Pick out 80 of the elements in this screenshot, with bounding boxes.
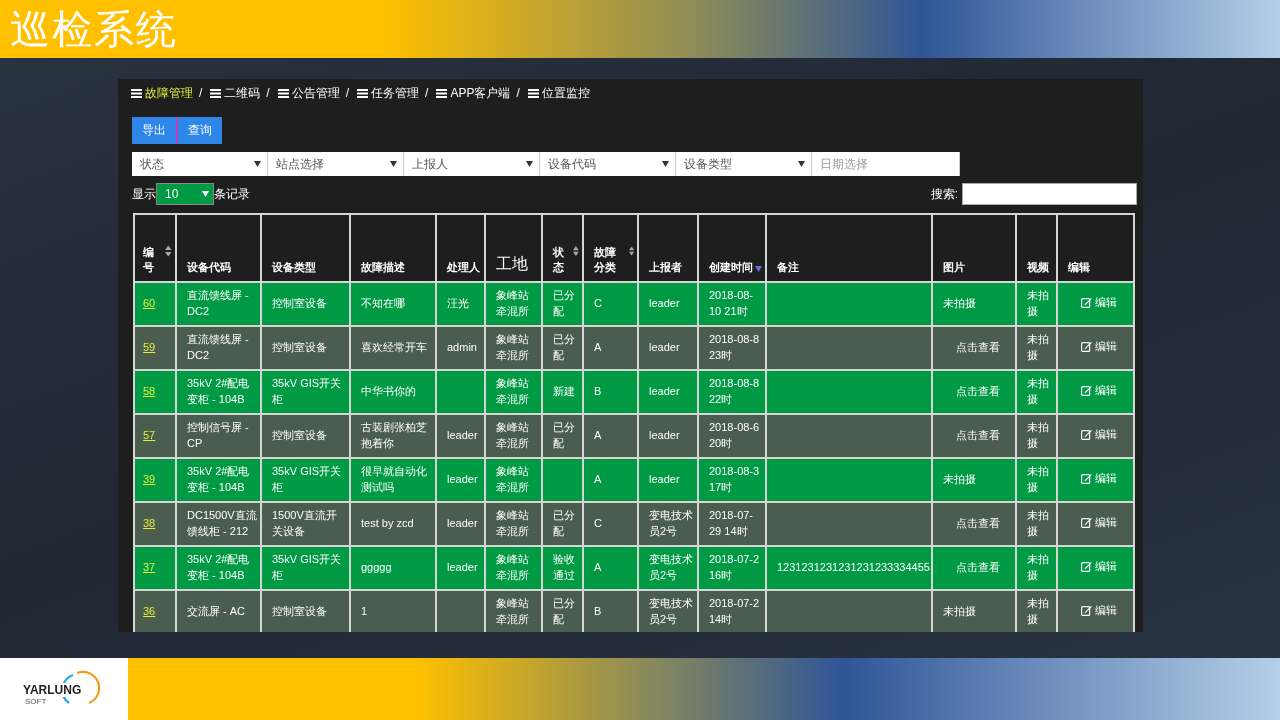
record-id-link[interactable]: 57	[143, 429, 156, 442]
app-title: 巡检系统	[10, 5, 178, 53]
column-header: 编辑	[1068, 260, 1090, 275]
edit-icon	[1081, 385, 1092, 397]
dropdown-caret-icon	[390, 161, 397, 167]
nav-link[interactable]: 故障管理	[131, 84, 193, 102]
logo-subtext: SOFT	[25, 697, 47, 706]
column-header: 创建时间	[709, 260, 753, 275]
action-button[interactable]: 查询	[176, 117, 222, 144]
record-id-link[interactable]: 38	[143, 517, 156, 530]
edit-link[interactable]: 编辑	[1081, 426, 1117, 443]
column-header: 图片	[943, 260, 965, 275]
breadcrumb-separator: /	[516, 86, 520, 100]
edit-link[interactable]: 编辑	[1081, 382, 1117, 399]
edit-link[interactable]: 编辑	[1081, 338, 1117, 355]
nav-link[interactable]: 任务管理	[357, 84, 420, 102]
nav-link[interactable]: 公告管理	[277, 84, 340, 102]
breadcrumb-separator: /	[425, 86, 429, 100]
nav-link[interactable]: 二维码	[210, 84, 261, 102]
list-icon	[277, 88, 289, 98]
filter-dropdown[interactable]: 上报人	[404, 152, 540, 176]
column-header: 处理人	[447, 260, 480, 275]
edit-icon	[1081, 341, 1092, 353]
dropdown-caret-icon	[526, 161, 533, 167]
sort-icon[interactable]	[165, 245, 172, 257]
filter-dropdown[interactable]: 设备代码	[540, 152, 676, 176]
dropdown-caret-icon	[798, 161, 805, 167]
logo-text: YARLUNG	[23, 683, 82, 697]
edit-icon	[1081, 429, 1092, 441]
filter-dropdown[interactable]: 设备类型	[676, 152, 812, 176]
list-icon	[527, 88, 539, 98]
list-icon	[436, 88, 448, 98]
filter-dropdown[interactable]: 状态	[132, 152, 268, 176]
column-header: 视频	[1027, 260, 1049, 275]
edit-link[interactable]: 编辑	[1081, 602, 1117, 619]
edit-link[interactable]: 编辑	[1081, 470, 1117, 487]
breadcrumb-separator: /	[199, 86, 203, 100]
nav-link[interactable]: 位置监控	[527, 84, 590, 102]
column-header: 设备类型	[272, 260, 316, 275]
edit-icon	[1081, 297, 1092, 309]
sort-icon[interactable]	[573, 245, 579, 257]
action-button[interactable]: 导出	[132, 117, 176, 144]
dropdown-caret-icon	[254, 161, 261, 167]
edit-icon	[1081, 561, 1092, 573]
record-id-link[interactable]: 36	[143, 605, 156, 618]
records-label: 条记录	[214, 185, 250, 203]
search-field[interactable]	[962, 183, 1137, 205]
edit-icon	[1081, 605, 1092, 617]
dropdown-caret-icon	[662, 161, 669, 167]
breadcrumb-separator: /	[266, 86, 270, 100]
search-label: 搜索:	[930, 185, 958, 203]
nav-link[interactable]: APP客户端	[436, 84, 511, 102]
record-id-link[interactable]: 59	[143, 341, 156, 354]
header-cell[interactable]: 状态	[542, 214, 583, 282]
list-icon	[210, 88, 222, 98]
column-header: 工地	[496, 254, 528, 275]
edit-icon	[1081, 517, 1092, 529]
header-cell[interactable]: 故障分类	[583, 214, 638, 282]
dropdown-caret-icon	[202, 191, 209, 197]
column-header: 故障分类	[594, 245, 617, 275]
column-header: 备注	[777, 260, 799, 275]
sort-descending-icon[interactable]	[755, 266, 762, 272]
filter-dropdown[interactable]: 站点选择	[268, 152, 404, 176]
page-length-dropdown[interactable]: 10	[156, 183, 214, 205]
header-cell[interactable]: 编号	[134, 214, 176, 282]
column-header: 设备代码	[187, 260, 231, 275]
breadcrumb-separator: /	[345, 86, 350, 100]
column-header: 状态	[553, 245, 565, 275]
show-label: 显示	[132, 185, 156, 203]
column-header: 故障描述	[361, 260, 405, 275]
column-header: 编号	[143, 245, 155, 275]
sort-icon[interactable]	[628, 245, 634, 257]
edit-link[interactable]: 编辑	[1081, 558, 1117, 575]
header-cell[interactable]: 创建时间	[698, 214, 766, 282]
edit-icon	[1081, 473, 1092, 485]
edit-link[interactable]: 编辑	[1081, 514, 1117, 531]
edit-link[interactable]: 编辑	[1081, 294, 1117, 311]
column-header: 上报者	[649, 260, 682, 275]
list-icon	[357, 88, 369, 98]
list-icon	[131, 88, 142, 98]
